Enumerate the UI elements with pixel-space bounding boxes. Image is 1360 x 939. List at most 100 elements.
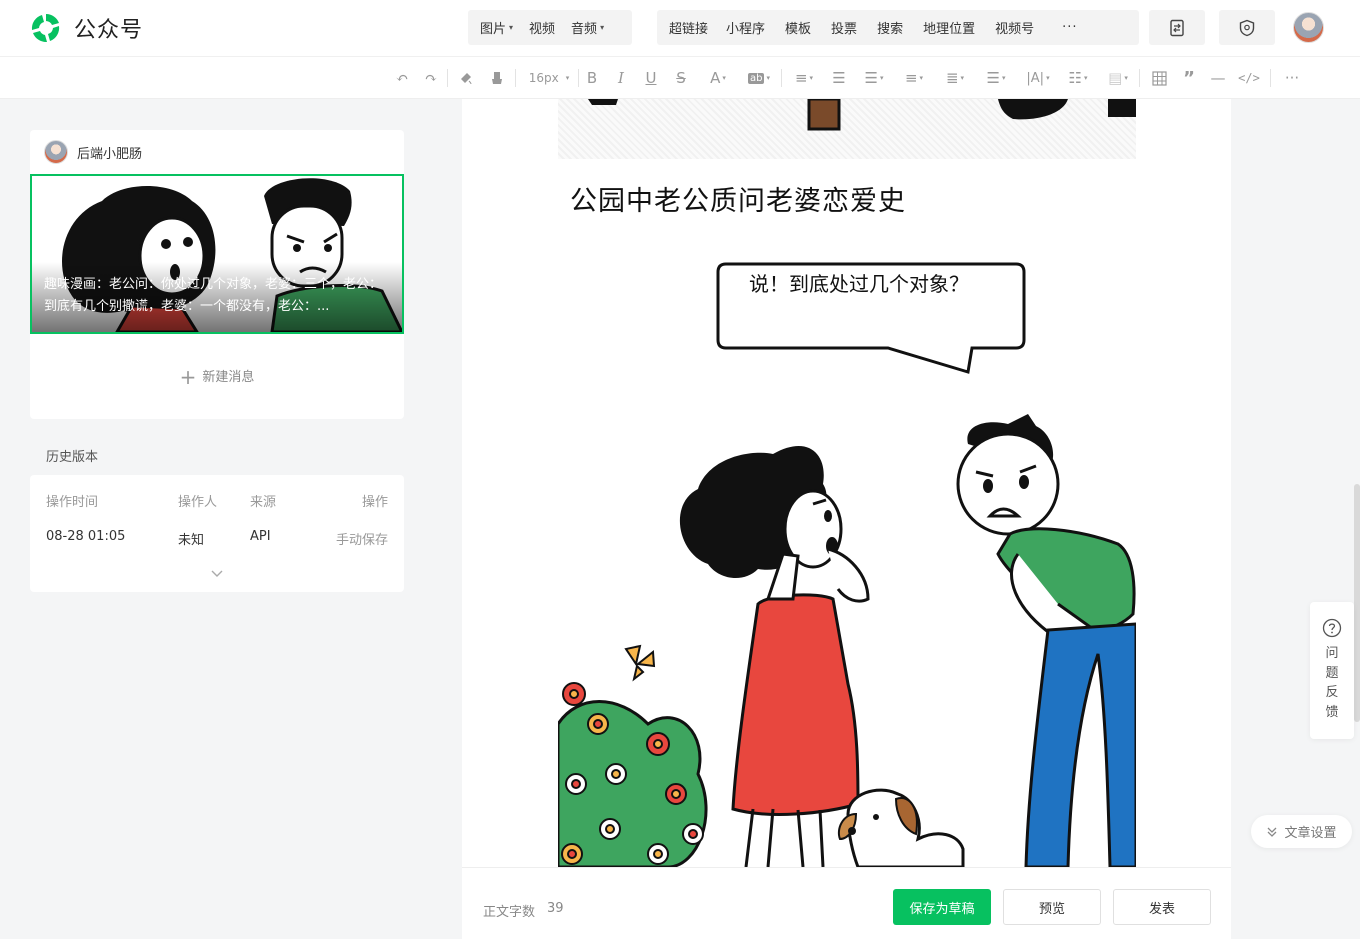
- editor-footer: 正文字数 39 保存为草稿 预览 发表: [462, 867, 1231, 939]
- toolbar-divider: [578, 69, 579, 87]
- outdent-icon[interactable]: ☰ ▾: [860, 68, 888, 88]
- chevron-down-icon: ▾: [600, 23, 605, 32]
- feedback-button[interactable]: 问 题 反 馈: [1310, 602, 1354, 739]
- align-icon[interactable]: ≡ ▾: [790, 68, 818, 88]
- insert-vote-button[interactable]: 投票: [821, 18, 867, 37]
- page-scrollbar[interactable]: [1354, 484, 1360, 722]
- feedback-char: 题: [1325, 665, 1339, 681]
- insert-video-button[interactable]: 视频: [521, 18, 563, 37]
- message-cover[interactable]: 趣味漫画：老公问：你处过几个对象，老婆：三个，老公：到底有几个别撒谎，老婆：一个…: [30, 174, 404, 334]
- article-image-top: [558, 99, 1136, 159]
- app-logo[interactable]: 公众号: [28, 10, 143, 46]
- chevron-down-icon: ▾: [879, 74, 884, 82]
- user-avatar[interactable]: [1293, 12, 1324, 43]
- text-width-icon[interactable]: |A| ▾: [1023, 68, 1053, 88]
- insert-image-label: 图片: [480, 22, 507, 37]
- editor-canvas[interactable]: 公园中老公质问老婆恋爱史 说！到底处过几个对象？: [462, 99, 1231, 867]
- widget-insert-group: 超链接 小程序 模板 投票 搜索 地理位置 视频号 ···: [657, 10, 1139, 45]
- history-row-source: API: [250, 529, 271, 544]
- cover-title: 趣味漫画：老公问：你处过几个对象，老婆：三个，老公：到底有几个别撒谎，老婆：一个…: [44, 277, 383, 314]
- insert-audio-button[interactable]: 音频 ▾: [563, 18, 612, 37]
- chevron-down-icon: ▾: [1046, 74, 1050, 82]
- redo-icon[interactable]: ↷: [422, 68, 440, 88]
- letter-spacing-icon[interactable]: ☰ ▾: [982, 68, 1010, 88]
- save-draft-button[interactable]: 保存为草稿: [893, 889, 991, 925]
- insert-video-label: 视频: [529, 22, 556, 37]
- background-color-icon[interactable]: ab ▾: [744, 68, 774, 88]
- paint-format-icon[interactable]: [457, 68, 475, 88]
- history-row-time: 08-28 01:05: [46, 529, 126, 544]
- document-swap-button[interactable]: [1149, 10, 1205, 45]
- media-insert-group: 图片 ▾ 视频 音频 ▾: [468, 10, 632, 45]
- insert-channels-button[interactable]: 视频号: [985, 18, 1044, 37]
- toolbar-divider: [1270, 69, 1271, 87]
- publish-button[interactable]: 发表: [1113, 889, 1211, 925]
- divider-icon[interactable]: —: [1209, 68, 1227, 88]
- list-icon[interactable]: ☷ ▾: [1064, 68, 1092, 88]
- word-count-value: 39: [547, 901, 564, 916]
- chevron-down-icon: ▾: [766, 74, 770, 82]
- undo-icon[interactable]: ↶: [393, 68, 411, 88]
- word-count-label: 正文字数: [483, 905, 536, 920]
- app-title: 公众号: [74, 18, 144, 43]
- feedback-char: 反: [1325, 685, 1339, 700]
- float-layout-icon[interactable]: ▤ ▾: [1104, 68, 1132, 88]
- logo-icon: [31, 14, 60, 43]
- help-icon: [1322, 618, 1342, 638]
- indent-icon[interactable]: ☰: [830, 68, 848, 88]
- feedback-char: 馈: [1325, 704, 1339, 720]
- article-settings-label: 文章设置: [1284, 826, 1337, 841]
- font-size-value: 16px: [528, 71, 559, 85]
- author-row: 后端小肥肠: [44, 140, 142, 164]
- shield-icon: [1239, 19, 1255, 36]
- bold-icon[interactable]: B: [584, 68, 600, 88]
- top-bar: 公众号 图片 ▾ 视频 音频 ▾ 超链接 小程序 模板 投票 搜索 地理位置 视频号…: [0, 0, 1360, 56]
- image-fragment: [588, 99, 1136, 131]
- chevron-down-icon: ▾: [1124, 74, 1128, 82]
- history-row-operator: 未知: [178, 533, 205, 548]
- chevron-down-icon: ▾: [1083, 74, 1088, 82]
- message-list-card: 后端小肥肠 趣味漫画：老公问：你处过几个对象，老婆：三个，老公：到底有几个别撒谎…: [30, 130, 404, 419]
- table-icon[interactable]: [1150, 68, 1168, 88]
- chevron-down-icon: ▾: [1001, 74, 1006, 82]
- code-icon[interactable]: </>: [1238, 68, 1260, 88]
- chevron-down-icon: ▾: [722, 74, 726, 82]
- insert-template-button[interactable]: 模板: [775, 18, 821, 37]
- chevron-down-icon: ▾: [565, 74, 570, 82]
- more-insert-button[interactable]: ···: [1044, 20, 1087, 35]
- new-message-button[interactable]: + 新建消息: [30, 365, 404, 389]
- speech-bubble-text: 说！到底处过几个对象？: [749, 272, 969, 296]
- article-title[interactable]: 公园中老公质问老婆恋爱史: [570, 179, 906, 218]
- avatar: [44, 140, 68, 164]
- quote-icon[interactable]: ”: [1180, 68, 1198, 89]
- font-color-icon[interactable]: A ▾: [703, 68, 733, 88]
- insert-hyperlink-button[interactable]: 超链接: [661, 18, 716, 37]
- paragraph-spacing-icon[interactable]: ≡ ▾: [900, 68, 928, 88]
- author-name: 后端小肥肠: [77, 146, 143, 162]
- history-header-action: 操作: [361, 495, 388, 510]
- chevron-down-icon: ▾: [960, 74, 965, 82]
- italic-icon[interactable]: I: [613, 68, 629, 88]
- insert-image-button[interactable]: 图片 ▾: [472, 18, 521, 37]
- more-format-icon[interactable]: ···: [1282, 68, 1302, 88]
- new-message-label: 新建消息: [202, 370, 255, 385]
- underline-icon[interactable]: U: [643, 68, 659, 88]
- history-header-source: 来源: [250, 495, 277, 510]
- history-header-time: 操作时间: [46, 495, 99, 510]
- insert-miniprogram-button[interactable]: 小程序: [716, 18, 775, 37]
- security-button[interactable]: [1219, 10, 1275, 45]
- font-size-select[interactable]: 16px ▾: [524, 68, 574, 88]
- preview-button[interactable]: 预览: [1003, 889, 1101, 925]
- history-header-operator: 操作人: [178, 495, 218, 510]
- line-height-icon[interactable]: ≣ ▾: [941, 68, 969, 88]
- double-chevron-down-icon: [1268, 827, 1277, 837]
- toolbar-divider: [781, 69, 782, 87]
- insert-location-button[interactable]: 地理位置: [913, 18, 985, 37]
- insert-search-button[interactable]: 搜索: [867, 18, 913, 37]
- plus-icon: +: [179, 365, 197, 389]
- chevron-down-icon[interactable]: [210, 568, 224, 578]
- comic-illustration: 说！到底处过几个对象？: [558, 254, 1136, 867]
- article-settings-button[interactable]: 文章设置: [1251, 815, 1352, 848]
- eraser-icon[interactable]: [488, 68, 506, 88]
- strikethrough-icon[interactable]: S: [673, 68, 689, 88]
